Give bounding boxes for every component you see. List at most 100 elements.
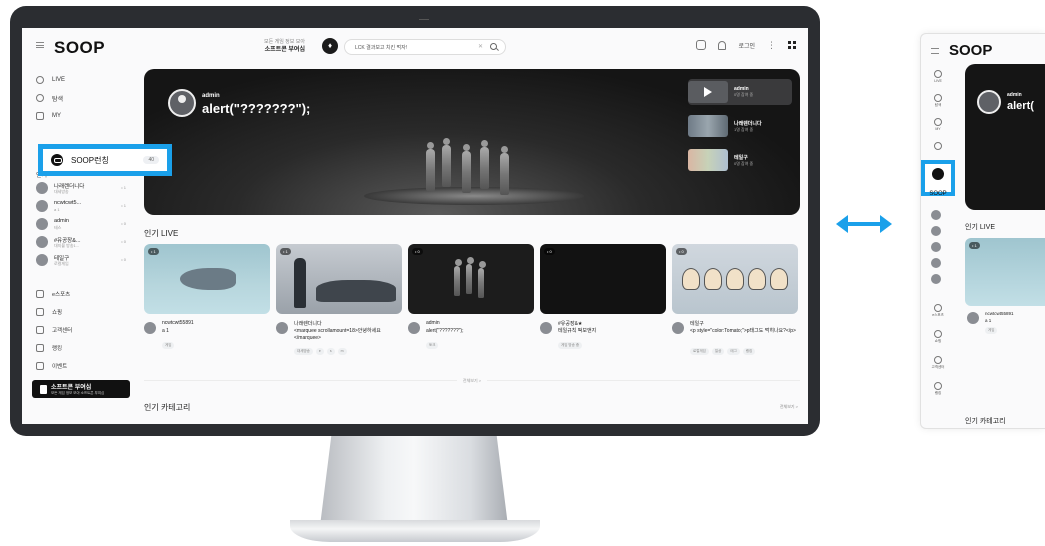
rail-item-ranking[interactable]: 랭킹	[925, 382, 951, 396]
sidebar-item-live[interactable]: LIVE	[36, 74, 65, 86]
tag[interactable]: e	[315, 348, 324, 355]
tag[interactable]: 대세방송	[294, 348, 313, 355]
live-card[interactable]: • 0 #유공장&★ 테일규칙 떡보앤지 게임 방송 중	[540, 244, 666, 349]
rail-item-esports[interactable]: e스포츠	[925, 304, 951, 318]
live-thumbnail[interactable]: • 1	[965, 238, 1045, 306]
viewer-count: • 1	[969, 242, 980, 249]
channel-name[interactable]: ncwtcwt55891	[985, 311, 1014, 316]
channel-name[interactable]: ncwtcwt55891	[162, 320, 194, 326]
streamer-item[interactable]: admin 테스 • 0	[36, 218, 126, 232]
login-button[interactable]: 로그인	[738, 41, 755, 50]
avatar[interactable]	[144, 322, 156, 334]
avatar[interactable]	[931, 258, 941, 268]
channel-name[interactable]: 나래렌더니다	[294, 320, 322, 327]
avatar[interactable]	[408, 322, 420, 334]
channel-name[interactable]: #유공장&★	[558, 320, 582, 327]
tag[interactable]: 일상	[711, 348, 725, 355]
apps-grid-icon[interactable]	[788, 41, 796, 49]
bell-icon[interactable]	[718, 40, 727, 50]
avatar[interactable]	[931, 210, 941, 220]
streamer-category: 대지블 방송1...	[54, 243, 80, 248]
promo-badge-icon[interactable]: ♦	[322, 38, 338, 54]
tag[interactable]: 게임	[162, 342, 175, 349]
stream-title[interactable]: <p style="color:Tomato;">p태그도 먹히나요?</p>	[690, 328, 796, 335]
avatar[interactable]	[931, 226, 941, 236]
tag[interactable]: 토크	[426, 342, 439, 349]
rail-item-support[interactable]: 고객센터	[925, 356, 951, 370]
live-thumbnail[interactable]: • 1	[276, 244, 402, 314]
stream-title[interactable]: alert("???????");	[426, 328, 532, 335]
rail-item-live[interactable]: LIVE	[925, 70, 951, 83]
streamer-item[interactable]: 테일구 로컬게임 • 0	[36, 254, 126, 268]
live-thumbnail[interactable]: • 0	[408, 244, 534, 314]
tag[interactable]: 로컬게임	[690, 348, 709, 355]
channel-name[interactable]: 테일구	[690, 320, 704, 327]
cartoon-characters	[682, 268, 788, 290]
hero-broadcast-banner[interactable]: admin alert(	[965, 64, 1045, 210]
hero-broadcast-banner[interactable]: admin alert("???????"); admin 0명 참여 중 나래…	[144, 69, 800, 215]
live-card[interactable]: • 1 ncwtcwt55891 a 1 게임	[144, 244, 270, 349]
rail-item-explore[interactable]: 탐색	[925, 94, 951, 108]
promo-text[interactable]: 모든 게임 정보 모아 소프트콘 부여심	[264, 38, 305, 54]
stream-title[interactable]: <marquee scrollamount=18>안녕하세요</marquee>	[294, 328, 400, 342]
tag[interactable]: 랭킹	[742, 348, 756, 355]
tag[interactable]: 게임	[985, 327, 998, 334]
sidebar-item-event[interactable]: 이벤트	[36, 362, 67, 370]
avatar[interactable]	[540, 322, 552, 334]
live-card[interactable]: • 0 admin alert("???????"); 토크	[408, 244, 534, 349]
avatar[interactable]	[672, 322, 684, 334]
hero-avatar[interactable]	[977, 90, 1001, 114]
rail-item-my[interactable]: MY	[925, 118, 951, 131]
sidebar-item-ranking[interactable]: 랭킹	[36, 344, 62, 352]
sidebar-item-esports[interactable]: e스포츠	[36, 290, 70, 298]
avatar[interactable]	[967, 312, 979, 324]
live-thumbnail[interactable]: • 0	[540, 244, 666, 314]
clear-search-icon[interactable]: ✕	[478, 43, 483, 50]
sidebar-item-explore[interactable]: 탐색	[36, 92, 63, 104]
view-all-category-link[interactable]: 전체보기 >	[780, 404, 798, 410]
streamer-item[interactable]: ncwtcwt5... a 1 • 1	[36, 200, 126, 214]
search-icon[interactable]	[490, 43, 497, 50]
sidebar-item-soop-launch-highlight[interactable]: SOOP런칭 40	[38, 144, 172, 176]
tag[interactable]: m	[337, 348, 347, 355]
live-thumbnail[interactable]: • 0	[672, 244, 798, 314]
stream-title[interactable]: 테일규칙 떡보앤지	[558, 328, 664, 335]
sidebar-item-support[interactable]: 고객센터	[36, 326, 72, 334]
hero-side-item[interactable]: 나래렌더니다 1명 참여 중	[688, 113, 792, 139]
sidebar-item-my[interactable]: MY	[36, 110, 61, 122]
stream-title[interactable]: a 1	[162, 328, 268, 335]
soop-logo[interactable]: SOOP	[949, 42, 992, 59]
search-input[interactable]: LCK 결과보고 치킨 먹자! ✕	[344, 39, 506, 55]
hero-side-item[interactable]: 테일구 0명 참여 중	[688, 147, 792, 173]
rail-item-studio[interactable]	[925, 142, 951, 151]
view-all-live-link[interactable]: 전체보기 >	[144, 378, 800, 384]
avatar[interactable]	[931, 274, 941, 284]
tag[interactable]: 게임 방송 중	[558, 342, 583, 349]
live-thumbnail[interactable]: • 1	[144, 244, 270, 314]
hero-avatar[interactable]	[168, 89, 196, 117]
streamer-item[interactable]: #유공장&... 대지블 방송1... • 0	[36, 236, 126, 250]
view-all-label[interactable]: 전체보기 >	[456, 378, 488, 383]
live-card[interactable]: • 1 나래렌더니다 <marquee scrollamount=18>안녕하세…	[276, 244, 402, 355]
broadcast-studio-icon[interactable]	[696, 40, 707, 50]
tag[interactable]: 태그	[727, 348, 740, 355]
side-thumbnail	[688, 115, 728, 137]
sidebar-item-shopping[interactable]: 쇼핑	[36, 308, 62, 316]
stream-title[interactable]: a 1	[985, 318, 991, 323]
rail-item-shopping[interactable]: 쇼핑	[925, 330, 951, 344]
streamer-item[interactable]: 나래렌더니다 대세방송 • 1	[36, 182, 126, 196]
tag[interactable]: s	[326, 348, 335, 355]
broadcast-icon	[934, 70, 942, 78]
soop-logo[interactable]: SOOP	[54, 38, 105, 58]
hamburger-menu-icon[interactable]	[931, 48, 939, 54]
hamburger-menu-icon[interactable]	[36, 42, 44, 48]
more-options-icon[interactable]: ⋮	[767, 41, 776, 50]
calendar-icon	[36, 362, 44, 370]
avatar[interactable]	[931, 242, 941, 252]
avatar[interactable]	[276, 322, 288, 334]
live-card[interactable]: • 0 테일구 <p style="color:Tomato;">p태그도 먹히…	[672, 244, 798, 355]
rail-item-soop-highlight[interactable]: SOOP	[921, 160, 955, 197]
channel-name[interactable]: admin	[426, 320, 440, 326]
hero-side-item[interactable]: admin 0명 참여 중	[688, 79, 792, 105]
sidebar-ad-banner[interactable]: 소프트콘 부여심 모든 게임 정보 모아 소프트콘 부여심	[32, 380, 130, 398]
